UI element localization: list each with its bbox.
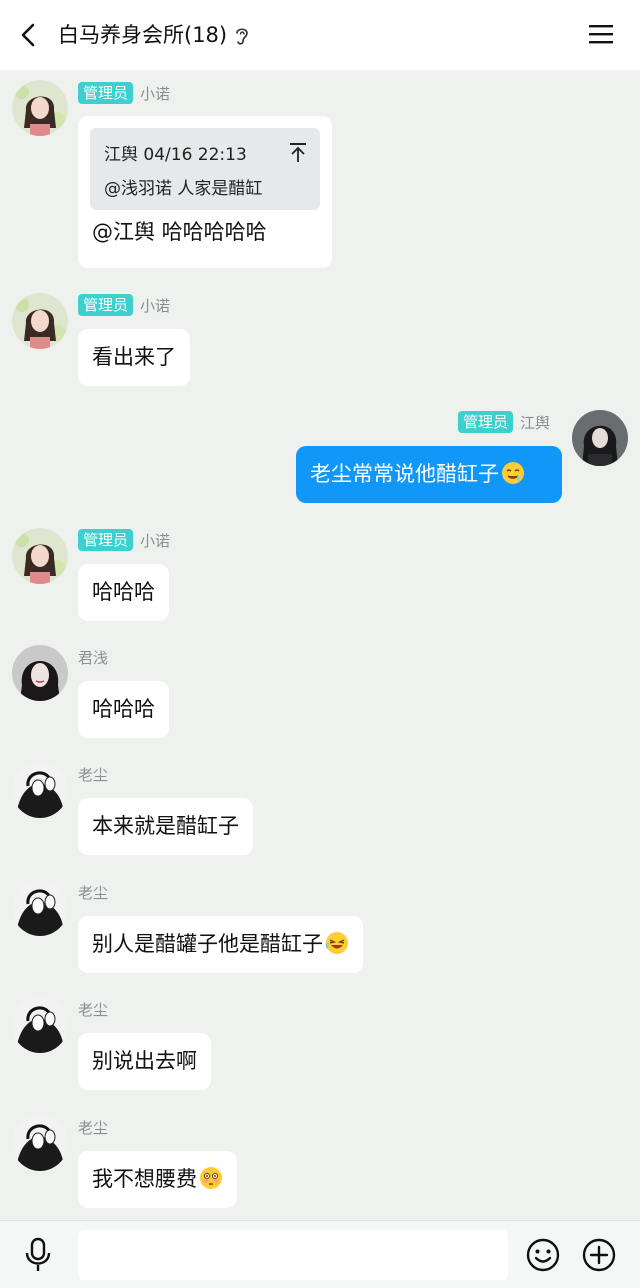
drooling-face-emoji-icon — [502, 462, 524, 484]
chat-header: 白马养身会所(18) — [0, 0, 640, 70]
message-bubble[interactable]: 别人是醋罐子他是醋缸子 — [78, 916, 363, 973]
message-item: 管理员 小诺 江舆 04/16 22:13 @浅羽诺 人家是醋缸 @江舆 哈哈哈… — [0, 80, 640, 280]
input-bar — [0, 1220, 640, 1288]
message-bubble[interactable]: 看出来了 — [78, 329, 190, 386]
message-item: 老尘 别说出去啊 — [0, 997, 640, 1092]
laughing-tears-emoji-icon — [325, 932, 348, 954]
sender-name: 江舆 — [520, 413, 551, 432]
avatar-junqian[interactable] — [12, 645, 68, 701]
avatar-laochen[interactable] — [12, 1115, 68, 1171]
message-item: 老尘 本来就是醋缸子 — [0, 762, 640, 857]
message-item: 管理员 小诺 看出来了 — [0, 293, 640, 388]
message-bubble[interactable]: 本来就是醋缸子 — [78, 798, 253, 855]
quoted-header: 江舆 04/16 22:13 — [104, 145, 247, 165]
message-item: 君浅 哈哈哈 — [0, 645, 640, 740]
message-text: 别说出去啊 — [92, 1049, 197, 1073]
jump-to-top-icon[interactable] — [288, 141, 308, 163]
menu-icon[interactable] — [588, 22, 614, 46]
message-item: 老尘 我不想腰费 — [0, 1115, 640, 1210]
quoted-message[interactable]: 江舆 04/16 22:13 @浅羽诺 人家是醋缸 — [90, 128, 320, 210]
avatar-laochen[interactable] — [12, 880, 68, 936]
message-text: 别人是醋罐子他是醋缸子 — [92, 932, 323, 956]
plus-icon[interactable] — [582, 1238, 616, 1272]
message-bubble[interactable]: 别说出去啊 — [78, 1033, 211, 1090]
avatar-xiaonuo[interactable] — [12, 293, 68, 349]
sender-name: 老尘 — [78, 1118, 109, 1137]
message-text: @江舆 哈哈哈哈哈 — [92, 220, 267, 244]
chat-title: 白马养身会所(18) — [58, 23, 228, 47]
message-text: 老尘常常说他醋缸子 — [310, 462, 499, 486]
avatar-laochen[interactable] — [12, 997, 68, 1053]
message-bubble[interactable]: 我不想腰费 — [78, 1151, 237, 1208]
message-bubble[interactable]: 哈哈哈 — [78, 681, 169, 738]
admin-badge: 管理员 — [78, 529, 134, 551]
back-arrow-icon[interactable] — [16, 22, 42, 48]
message-text: 本来就是醋缸子 — [92, 814, 239, 838]
message-item: 管理员 小诺 哈哈哈 — [0, 528, 640, 623]
admin-badge: 管理员 — [78, 82, 134, 104]
sender-name: 老尘 — [78, 765, 109, 784]
emoji-icon[interactable] — [526, 1238, 560, 1272]
sender-name: 小诺 — [140, 84, 171, 103]
message-input[interactable] — [78, 1230, 508, 1280]
message-bubble[interactable]: 哈哈哈 — [78, 564, 169, 621]
message-item: 老尘 别人是醋罐子他是醋缸子 — [0, 880, 640, 975]
sender-name: 小诺 — [140, 296, 171, 315]
message-text: 看出来了 — [92, 345, 176, 369]
microphone-icon[interactable] — [22, 1237, 54, 1273]
message-text: 哈哈哈 — [92, 580, 155, 604]
avatar-laochen[interactable] — [12, 762, 68, 818]
message-item-outgoing: 管理员 江舆 老尘常常说他醋缸子 — [0, 410, 640, 506]
sender-name: 老尘 — [78, 1000, 109, 1019]
avatar-jiangyu[interactable] — [572, 410, 628, 466]
message-bubble[interactable]: 江舆 04/16 22:13 @浅羽诺 人家是醋缸 @江舆 哈哈哈哈哈 — [78, 116, 332, 268]
flushed-face-emoji-icon — [200, 1167, 222, 1189]
message-text: 我不想腰费 — [92, 1167, 197, 1191]
avatar-xiaonuo[interactable] — [12, 528, 68, 584]
quoted-text: @浅羽诺 人家是醋缸 — [104, 179, 263, 199]
sender-name: 老尘 — [78, 883, 109, 902]
message-text: 哈哈哈 — [92, 697, 155, 721]
message-bubble[interactable]: 老尘常常说他醋缸子 — [296, 446, 562, 503]
admin-badge: 管理员 — [458, 411, 514, 433]
sender-name: 君浅 — [78, 648, 109, 667]
avatar-xiaonuo[interactable] — [12, 80, 68, 136]
sender-name: 小诺 — [140, 531, 171, 550]
admin-badge: 管理员 — [78, 294, 134, 316]
ear-icon — [236, 28, 248, 45]
